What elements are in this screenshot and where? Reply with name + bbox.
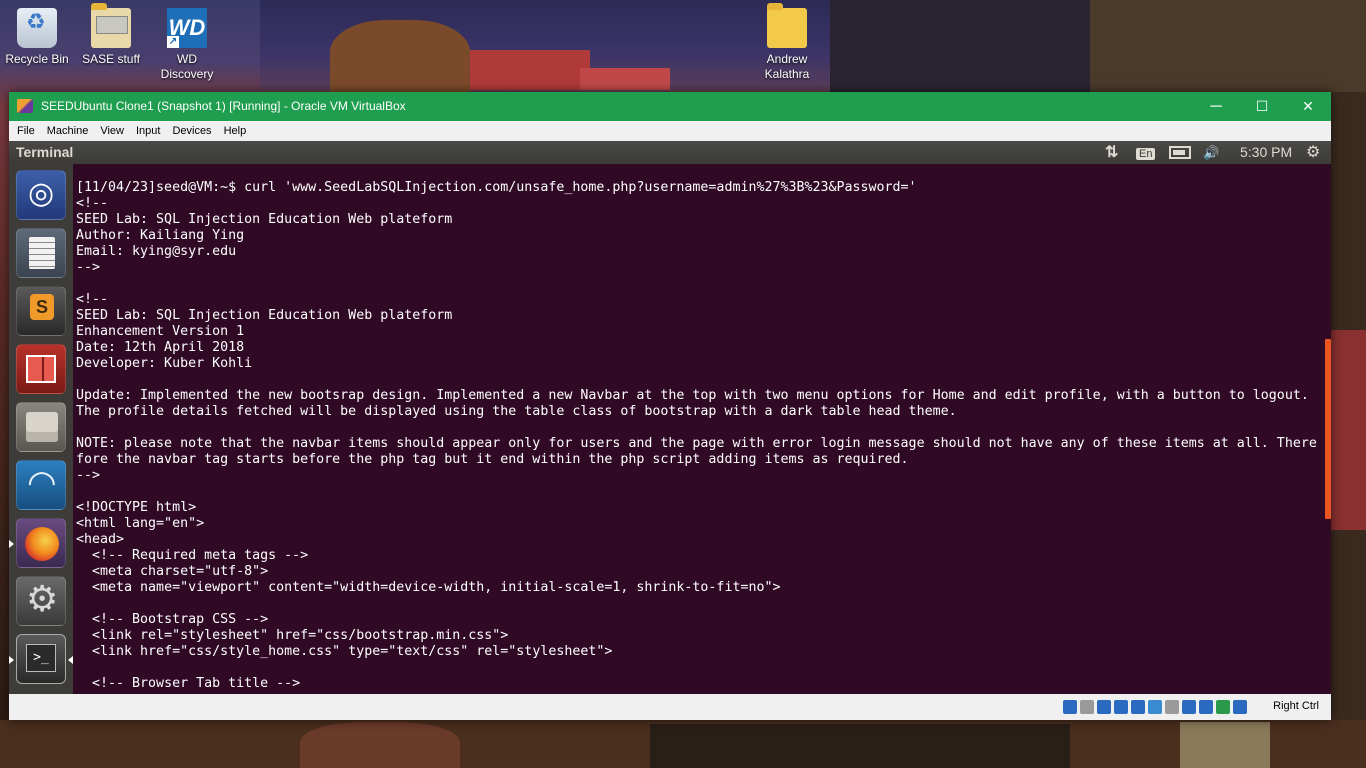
shortcut-arrow-icon: ↗ xyxy=(167,36,179,48)
battery-icon[interactable] xyxy=(1169,146,1191,159)
running-indicator-icon xyxy=(9,656,14,664)
host-key-label[interactable]: Right Ctrl xyxy=(1273,700,1319,712)
terminal-line: <!-- Bootstrap CSS --> xyxy=(92,612,269,627)
terminal-line: <!-- Required meta tags --> xyxy=(92,548,309,563)
system-settings-icon[interactable] xyxy=(16,576,66,626)
mouse-integration-icon[interactable] xyxy=(1182,700,1196,714)
desktop-icon-label: WD Discovery xyxy=(160,52,214,81)
terminal-line: --> xyxy=(76,260,101,275)
volume-icon[interactable]: 🔊 xyxy=(1203,144,1219,161)
firefox-icon[interactable] xyxy=(16,518,66,568)
keyboard-icon[interactable] xyxy=(1199,700,1213,714)
terminal-window[interactable]: [11/04/23]seed@VM:~$ curl 'www.SeedLabSQ… xyxy=(73,164,1331,694)
dash-home-icon[interactable] xyxy=(16,170,66,220)
scrollbar-thumb[interactable] xyxy=(1325,339,1331,519)
menu-machine[interactable]: Machine xyxy=(41,121,95,141)
terminal-line: Update: Implemented the new bootsrap des… xyxy=(76,388,1309,419)
wd-discovery-icon: WD ↗ xyxy=(167,8,207,48)
desktop-icon-recycle-bin[interactable]: Recycle Bin xyxy=(5,8,69,67)
desktop-icon-label: SASE stuff xyxy=(82,52,140,66)
desktop-icon-wd-discovery[interactable]: WD ↗ WD Discovery xyxy=(155,8,219,82)
terminal-line: <!DOCTYPE html> xyxy=(76,500,197,515)
minimize-button[interactable]: ─ xyxy=(1193,92,1239,121)
menu-help[interactable]: Help xyxy=(218,121,253,141)
terminal-line: Email: kying@syr.edu xyxy=(76,244,237,259)
network-icon[interactable] xyxy=(1114,700,1128,714)
terminal-line: SEED Lab: SQL Injection Education Web pl… xyxy=(76,308,453,323)
close-button[interactable]: ✕ xyxy=(1285,92,1331,121)
menu-devices[interactable]: Devices xyxy=(166,121,217,141)
shared-folders-icon[interactable] xyxy=(1131,700,1145,714)
running-indicator-icon xyxy=(9,540,14,548)
red-app-icon[interactable] xyxy=(16,344,66,394)
terminal-line: <!-- Browser Tab title --> xyxy=(92,676,301,691)
virtualbox-statusbar: Right Ctrl xyxy=(9,694,1331,720)
window-titlebar[interactable]: SEEDUbuntu Clone1 (Snapshot 1) [Running]… xyxy=(9,92,1331,121)
terminal-line: --> xyxy=(76,468,101,483)
terminal-line: <link href="css/style_home.css" type="te… xyxy=(92,644,613,659)
active-app-name: Terminal xyxy=(16,144,74,160)
desktop-icon-andrew-kalathra[interactable]: Andrew Kalathra xyxy=(755,3,819,82)
sublime-text-icon[interactable] xyxy=(16,286,66,336)
terminal-line: <head> xyxy=(76,532,125,547)
cpu-icon[interactable] xyxy=(1216,700,1230,714)
network-icon[interactable]: ⇅ xyxy=(1105,144,1118,161)
terminal-line: Enhancement Version 1 xyxy=(76,324,245,339)
desktop-icon-label: Andrew Kalathra xyxy=(764,52,810,81)
guest-display[interactable]: Terminal ⇅ En 🔊 5:30 PM ⚙ [11/04/23]seed… xyxy=(9,141,1331,694)
arrow-icon[interactable] xyxy=(1233,700,1247,714)
settings-gear-icon[interactable]: ⚙ xyxy=(1306,144,1320,161)
folder-icon xyxy=(91,3,131,48)
terminal-output[interactable]: [11/04/23]seed@VM:~$ curl 'www.SeedLabSQ… xyxy=(76,180,1319,692)
desktop-icon-sase-stuff[interactable]: SASE stuff xyxy=(79,3,143,67)
terminal-line: <!-- xyxy=(76,292,109,307)
folder-icon xyxy=(767,3,807,48)
files-icon[interactable] xyxy=(16,402,66,452)
terminal-scrollbar[interactable] xyxy=(1324,164,1331,694)
maximize-button[interactable]: ☐ xyxy=(1239,92,1285,121)
status-icons xyxy=(1060,700,1247,714)
input-method-indicator[interactable]: En xyxy=(1136,144,1156,161)
terminal-icon[interactable] xyxy=(16,634,66,684)
ubuntu-launcher xyxy=(9,164,73,694)
virtualbox-app-icon xyxy=(17,99,33,113)
window-title: SEEDUbuntu Clone1 (Snapshot 1) [Running]… xyxy=(41,99,406,113)
terminal-line: <html lang="en"> xyxy=(76,516,205,531)
terminal-line: <meta charset="utf-8"> xyxy=(92,564,269,579)
terminal-line: Author: Kailiang Ying xyxy=(76,228,245,243)
terminal-line: [11/04/23]seed@VM:~$ curl 'www.SeedLabSQ… xyxy=(76,180,917,195)
display-icon[interactable] xyxy=(1148,700,1162,714)
terminal-line: SEED Lab: SQL Injection Education Web pl… xyxy=(76,212,453,227)
terminal-line: Developer: Kuber Kohli xyxy=(76,356,253,371)
wireshark-icon[interactable] xyxy=(16,460,66,510)
text-editor-icon[interactable] xyxy=(16,228,66,278)
menu-view[interactable]: View xyxy=(94,121,130,141)
audio-icon[interactable] xyxy=(1080,700,1094,714)
terminal-line: NOTE: please note that the navbar items … xyxy=(76,436,1317,467)
menubar: File Machine View Input Devices Help xyxy=(9,121,1331,141)
terminal-line: Date: 12th April 2018 xyxy=(76,340,245,355)
terminal-line: <meta name="viewport" content="width=dev… xyxy=(92,580,781,595)
recycle-bin-icon xyxy=(17,8,57,48)
video-capture-icon[interactable] xyxy=(1165,700,1179,714)
menu-input[interactable]: Input xyxy=(130,121,166,141)
keyboard-layout-label: En xyxy=(1136,148,1156,160)
optical-drive-icon[interactable] xyxy=(1063,700,1077,714)
ubuntu-top-panel: Terminal ⇅ En 🔊 5:30 PM ⚙ xyxy=(9,141,1331,164)
usb-icon[interactable] xyxy=(1097,700,1111,714)
virtualbox-window: SEEDUbuntu Clone1 (Snapshot 1) [Running]… xyxy=(9,92,1331,720)
menu-file[interactable]: File xyxy=(9,121,41,141)
terminal-line: <link rel="stylesheet" href="css/bootstr… xyxy=(92,628,509,643)
terminal-line: <!-- xyxy=(76,196,109,211)
clock[interactable]: 5:30 PM xyxy=(1240,144,1292,161)
desktop-icon-label: Recycle Bin xyxy=(5,52,69,66)
